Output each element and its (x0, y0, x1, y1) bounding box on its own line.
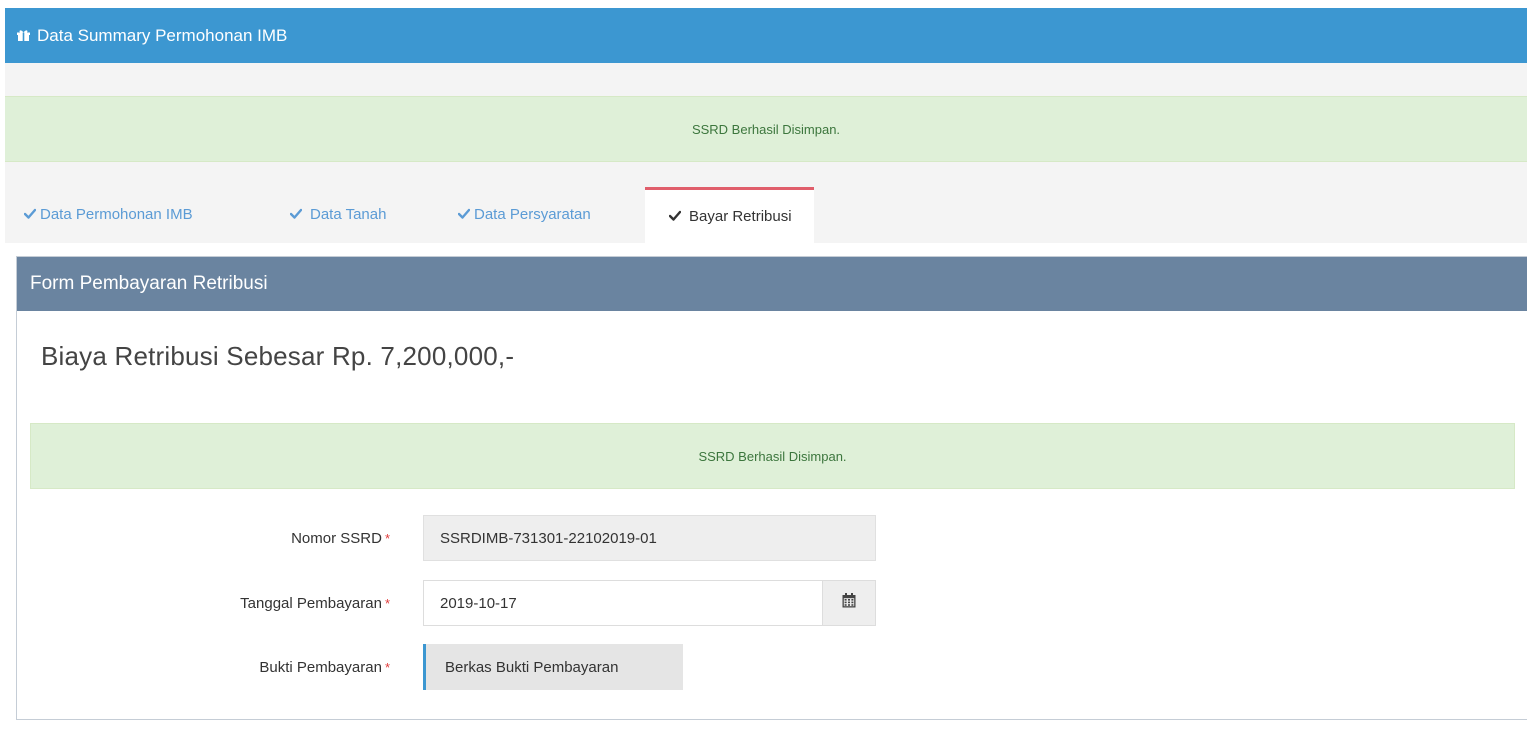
gift-icon (17, 29, 30, 42)
required-mark: * (384, 659, 390, 675)
tab-label: Data Permohonan IMB (40, 206, 193, 223)
form-row-tanggal-pembayaran: Tanggal Pembayaran * (17, 580, 917, 626)
tanggal-pembayaran-input[interactable] (423, 580, 823, 626)
bukti-pembayaran-label: Bukti Pembayaran * (259, 644, 390, 690)
upload-bukti-button[interactable]: Berkas Bukti Pembayaran (423, 644, 683, 690)
tab-data-permohonan-imb[interactable]: Data Permohonan IMB (23, 186, 193, 243)
tanggal-pembayaran-label: Tanggal Pembayaran * (240, 580, 390, 626)
page-title: Data Summary Permohonan IMB (37, 25, 288, 45)
nomor-ssrd-field[interactable]: SSRDIMB-731301-22102019-01 (423, 515, 876, 561)
label-text: Bukti Pembayaran (259, 658, 382, 676)
label-text: Tanggal Pembayaran (240, 594, 382, 612)
success-alert-inner: SSRD Berhasil Disimpan. (30, 423, 1515, 489)
required-mark: * (384, 530, 390, 546)
nomor-ssrd-label: Nomor SSRD * (291, 515, 390, 561)
payment-form-panel: Form Pembayaran Retribusi Biaya Retribus… (16, 256, 1527, 720)
tab-data-persyaratan[interactable]: Data Persyaratan (457, 186, 591, 243)
required-mark: * (384, 595, 390, 611)
check-icon (289, 206, 303, 223)
panel-title: Form Pembayaran Retribusi (30, 273, 268, 294)
tab-label: Data Tanah (310, 206, 387, 223)
success-alert-text: SSRD Berhasil Disimpan. (698, 448, 847, 464)
calendar-icon (842, 593, 856, 613)
success-alert: SSRD Berhasil Disimpan. (5, 96, 1527, 162)
page-header: Data Summary Permohonan IMB (5, 8, 1527, 63)
panel-heading: Form Pembayaran Retribusi (17, 257, 1527, 311)
check-icon (668, 208, 682, 225)
tab-label: Data Persyaratan (474, 206, 591, 223)
form-row-bukti-pembayaran: Bukti Pembayaran * Berkas Bukti Pembayar… (17, 644, 917, 690)
success-alert-text: SSRD Berhasil Disimpan. (691, 121, 841, 137)
header-spacer (5, 63, 1527, 96)
check-icon (23, 206, 37, 223)
tab-bayar-retribusi[interactable]: Bayar Retribusi (645, 187, 814, 243)
retribution-amount: Biaya Retribusi Sebesar Rp. 7,200,000,- (41, 341, 515, 371)
calendar-button[interactable] (823, 580, 876, 626)
tab-data-tanah[interactable]: Data Tanah (289, 186, 387, 243)
form-row-nomor-ssrd: Nomor SSRD * SSRDIMB-731301-22102019-01 (17, 515, 917, 561)
tab-label: Bayar Retribusi (689, 208, 792, 225)
label-text: Nomor SSRD (291, 529, 382, 547)
check-icon (457, 206, 471, 223)
tabs-bar: Data Permohonan IMB Data Tanah Data Pers… (5, 162, 1527, 243)
